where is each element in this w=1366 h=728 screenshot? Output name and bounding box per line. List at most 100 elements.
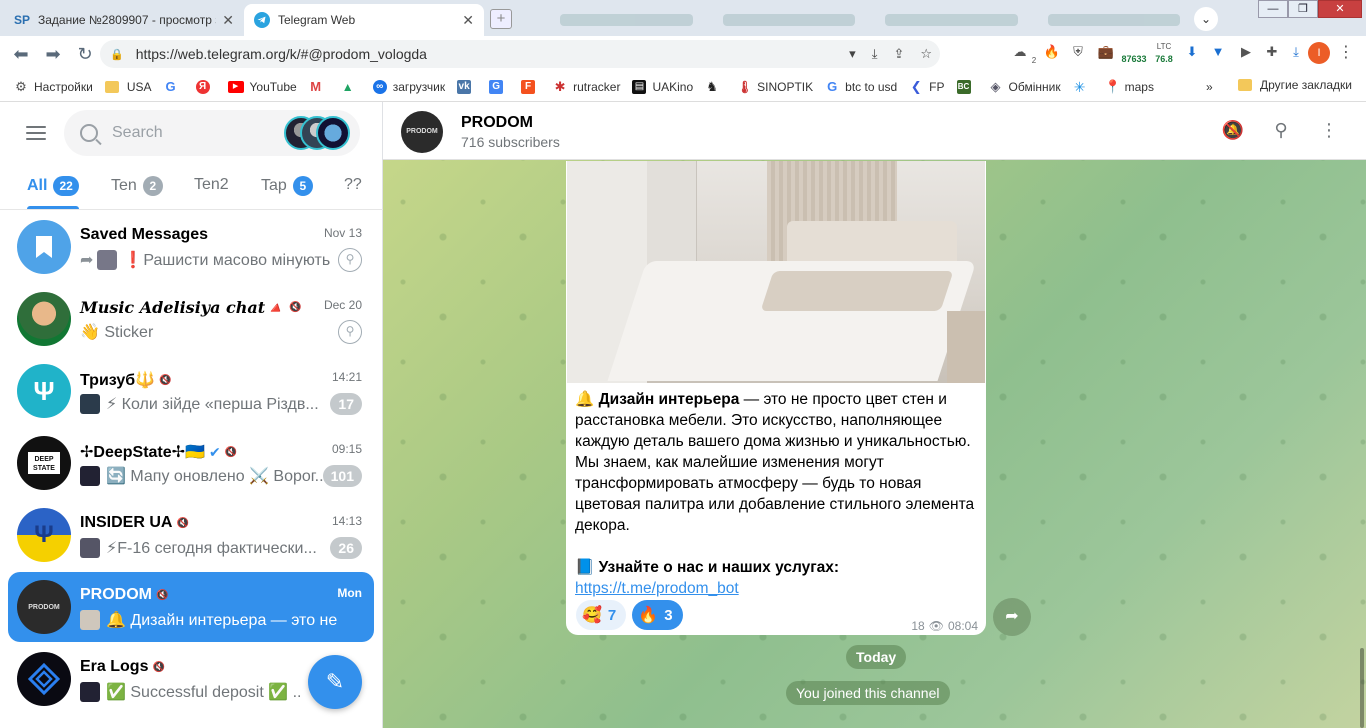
folder-tab-unknown[interactable]: ?? xyxy=(344,176,362,194)
youtube-icon: ▶ xyxy=(227,80,244,93)
chat-insider-ua[interactable]: Ψ INSIDER UA 🔇 14:13 ⚡F-16 сегодня фактич… xyxy=(8,500,374,570)
chat-saved-messages[interactable]: Saved Messages Nov 13 ➦ ❗Рашисти масово м… xyxy=(8,212,374,282)
close-tab-icon[interactable]: ✕ xyxy=(222,12,234,29)
bookmark-uakino[interactable]: ▤ UAKino xyxy=(632,79,693,94)
chat-preview: 🔔 Дизайн интерьера — это не п... xyxy=(80,610,340,630)
bookmark-vk[interactable]: vk xyxy=(457,79,477,94)
bookmark-f[interactable]: F xyxy=(521,79,541,94)
preview-thumbnail xyxy=(80,466,100,486)
minimize-icon[interactable]: — xyxy=(1258,0,1288,18)
reload-icon[interactable]: ↻ xyxy=(74,43,96,65)
google-icon: G xyxy=(165,78,176,94)
unread-badge: 101 xyxy=(322,465,362,487)
folder-unread-badge: 5 xyxy=(292,176,313,196)
close-tab-icon[interactable]: ✕ xyxy=(462,12,474,29)
bookmark-google[interactable]: G xyxy=(164,78,184,94)
browser-toolbar: ⬅ ➡ ↻ 🔒 https://web.telegram.org/k/#@pro… xyxy=(0,36,1366,72)
bookmark-drive[interactable]: ▲ xyxy=(341,80,361,94)
vpn-ext-icon[interactable]: ▼ xyxy=(1208,44,1228,59)
forward-arrow-icon[interactable]: ➡ xyxy=(42,43,64,65)
bookmark-downloader[interactable]: ∞ загрузчик xyxy=(372,79,445,94)
tab-search-dropdown-icon[interactable]: ⌄ xyxy=(1194,7,1218,31)
chat-time: 09:15 xyxy=(331,442,362,456)
caret-down-icon[interactable]: ▾ xyxy=(849,46,856,62)
ublock-ext-icon[interactable]: ⛨ xyxy=(1068,44,1088,60)
browser-menu-icon[interactable]: ⋮ xyxy=(1338,42,1354,62)
browser-tab-task[interactable]: SP Задание №2809907 - просмотр з ✕ xyxy=(4,4,244,36)
bookmarks-overflow-button[interactable]: » xyxy=(1206,80,1213,94)
new-message-pencil-icon[interactable]: ✎ xyxy=(308,655,362,709)
bookmark-rutracker[interactable]: ✱ rutracker xyxy=(553,79,621,94)
bookmark-bc[interactable]: BC xyxy=(956,79,977,94)
browser-tab-strip: SP Задание №2809907 - просмотр з ✕ Teleg… xyxy=(0,0,1366,36)
pin-icon: ⚲ xyxy=(338,320,362,344)
install-icon[interactable]: ⤓ xyxy=(872,46,878,62)
chat-tryzub[interactable]: Ψ Тризуб🔱 🔇 14:21 ⚡ Коли зійде «перша Різ… xyxy=(8,356,374,426)
infinity-icon: ∞ xyxy=(372,79,387,94)
folder-tab-ten[interactable]: Ten 2 xyxy=(111,176,163,196)
fire-ext-icon[interactable]: 🔥 xyxy=(1042,44,1062,60)
back-arrow-icon[interactable]: ⬅ xyxy=(10,43,32,65)
search-input[interactable]: Search xyxy=(64,110,360,156)
bookmark-exchanger[interactable]: ◈ Обмінник xyxy=(989,79,1061,94)
channel-avatar[interactable]: PRODOM xyxy=(401,111,443,153)
chat-name: 𝑴𝒖𝒔𝒊𝒄 𝑨𝒅𝒆𝒍𝒊𝒔𝒊𝒚𝒂 𝒄𝒉𝒂𝒕🔺 🔇 xyxy=(80,298,302,317)
bookmark-settings[interactable]: ⚙ Настройки xyxy=(14,79,93,94)
maximize-icon[interactable]: ❐ xyxy=(1288,0,1318,18)
address-bar[interactable]: 🔒 https://web.telegram.org/k/#@prodom_vo… xyxy=(100,40,940,68)
bookmark-sinoptik[interactable]: 🌡 SINOPTIK xyxy=(737,80,813,94)
bookmark-star-icon[interactable]: ☆ xyxy=(920,46,932,62)
hamburger-menu-icon[interactable] xyxy=(26,126,46,140)
deepstate-logo-icon: DEEP STATE xyxy=(17,436,71,490)
briefcase-ext-icon[interactable]: 💼 xyxy=(1096,44,1116,60)
stories-avatars[interactable] xyxy=(284,116,354,150)
chat-deepstate[interactable]: DEEP STATE ✢DeepState✢🇺🇦 ✔ 🔇 09:15 🔄 Мапу о… xyxy=(8,428,374,498)
bookmark-youtube[interactable]: ▶ YouTube xyxy=(227,80,297,94)
bookmark-translate[interactable]: G xyxy=(489,79,509,94)
chat-music-adelisiya[interactable]: 𝑴𝒖𝒔𝒊𝒄 𝑨𝒅𝒆𝒍𝒊𝒔𝒊𝒚𝒂 𝒄𝒉𝒂𝒕🔺 🔇 Dec 20 👋 Sticker … xyxy=(8,284,374,354)
reaction-fire[interactable]: 🔥 3 xyxy=(632,600,683,630)
puzzle-extensions-icon[interactable]: ✚ xyxy=(1262,44,1282,60)
more-vertical-icon[interactable]: ⋮ xyxy=(1317,120,1341,141)
bc-icon: BC xyxy=(956,79,971,94)
bookmark-yandex[interactable]: Я xyxy=(195,79,216,94)
bookmark-fp[interactable]: ❮ FP xyxy=(909,79,945,94)
chat-preview: ⚡ Коли зійде «перша Різдв... xyxy=(80,394,330,414)
share-icon[interactable]: ⇪ xyxy=(893,46,904,62)
channel-header[interactable]: PRODOM PRODOM 716 subscribers 🔕 ⚲ ⋮ xyxy=(383,102,1366,160)
folder-tab-ten2[interactable]: Ten2 xyxy=(194,176,229,194)
btc-ext-value[interactable]: 87633 xyxy=(1118,54,1150,64)
reaction-smiling-hearts[interactable]: 🥰 7 xyxy=(576,600,627,630)
profile-avatar[interactable]: I xyxy=(1308,42,1330,64)
scrollbar[interactable] xyxy=(1360,648,1364,728)
download-ext-icon[interactable]: ⬇ xyxy=(1182,44,1202,60)
bookmark-chess[interactable]: ♞ xyxy=(705,79,725,94)
bell-muted-icon[interactable]: 🔕 xyxy=(1221,120,1245,141)
chat-name: Saved Messages xyxy=(80,226,209,243)
verified-icon: ✔ xyxy=(208,443,221,460)
folder-tab-all[interactable]: All 22 xyxy=(27,176,79,196)
bookmark-gmail[interactable]: M xyxy=(309,79,329,94)
view-count: 18 xyxy=(911,619,925,633)
downloads-icon[interactable]: ⤓ xyxy=(1286,44,1306,60)
other-bookmarks-button[interactable]: Другие закладки xyxy=(1238,78,1352,92)
window-close-icon[interactable]: ✕ xyxy=(1318,0,1362,18)
bookmark-asterisk[interactable]: ✳ xyxy=(1073,80,1093,94)
bookmark-usa[interactable]: USA xyxy=(104,80,152,94)
folder-tab-tap[interactable]: Tap 5 xyxy=(261,176,313,196)
browser-tab-telegram[interactable]: Telegram Web ✕ xyxy=(244,4,484,36)
f-icon: F xyxy=(521,79,536,94)
bookmark-btc-usd[interactable]: Gbtc to usd xyxy=(825,79,897,94)
bot-link[interactable]: https://t.me/prodom_bot xyxy=(575,580,739,597)
bookmark-maps[interactable]: 📍 maps xyxy=(1105,79,1154,94)
channel-post[interactable]: 🔔 Дизайн интерьера — это не просто цвет … xyxy=(566,161,986,635)
preview-thumbnail xyxy=(80,538,100,558)
ltc-ext-value[interactable]: 76.8 xyxy=(1152,54,1176,64)
story-avatar[interactable] xyxy=(316,116,350,150)
chat-prodom[interactable]: PRODOM PRODOM 🔇 Mon 🔔 Дизайн интерьера — … xyxy=(8,572,374,642)
search-icon[interactable]: ⚲ xyxy=(1269,120,1293,141)
post-photo-bedroom[interactable] xyxy=(567,161,985,383)
terminal-ext-icon[interactable]: ▶ xyxy=(1236,44,1256,60)
share-arrow-icon[interactable]: ➦ xyxy=(993,598,1031,636)
new-tab-button[interactable]: + xyxy=(490,9,512,29)
